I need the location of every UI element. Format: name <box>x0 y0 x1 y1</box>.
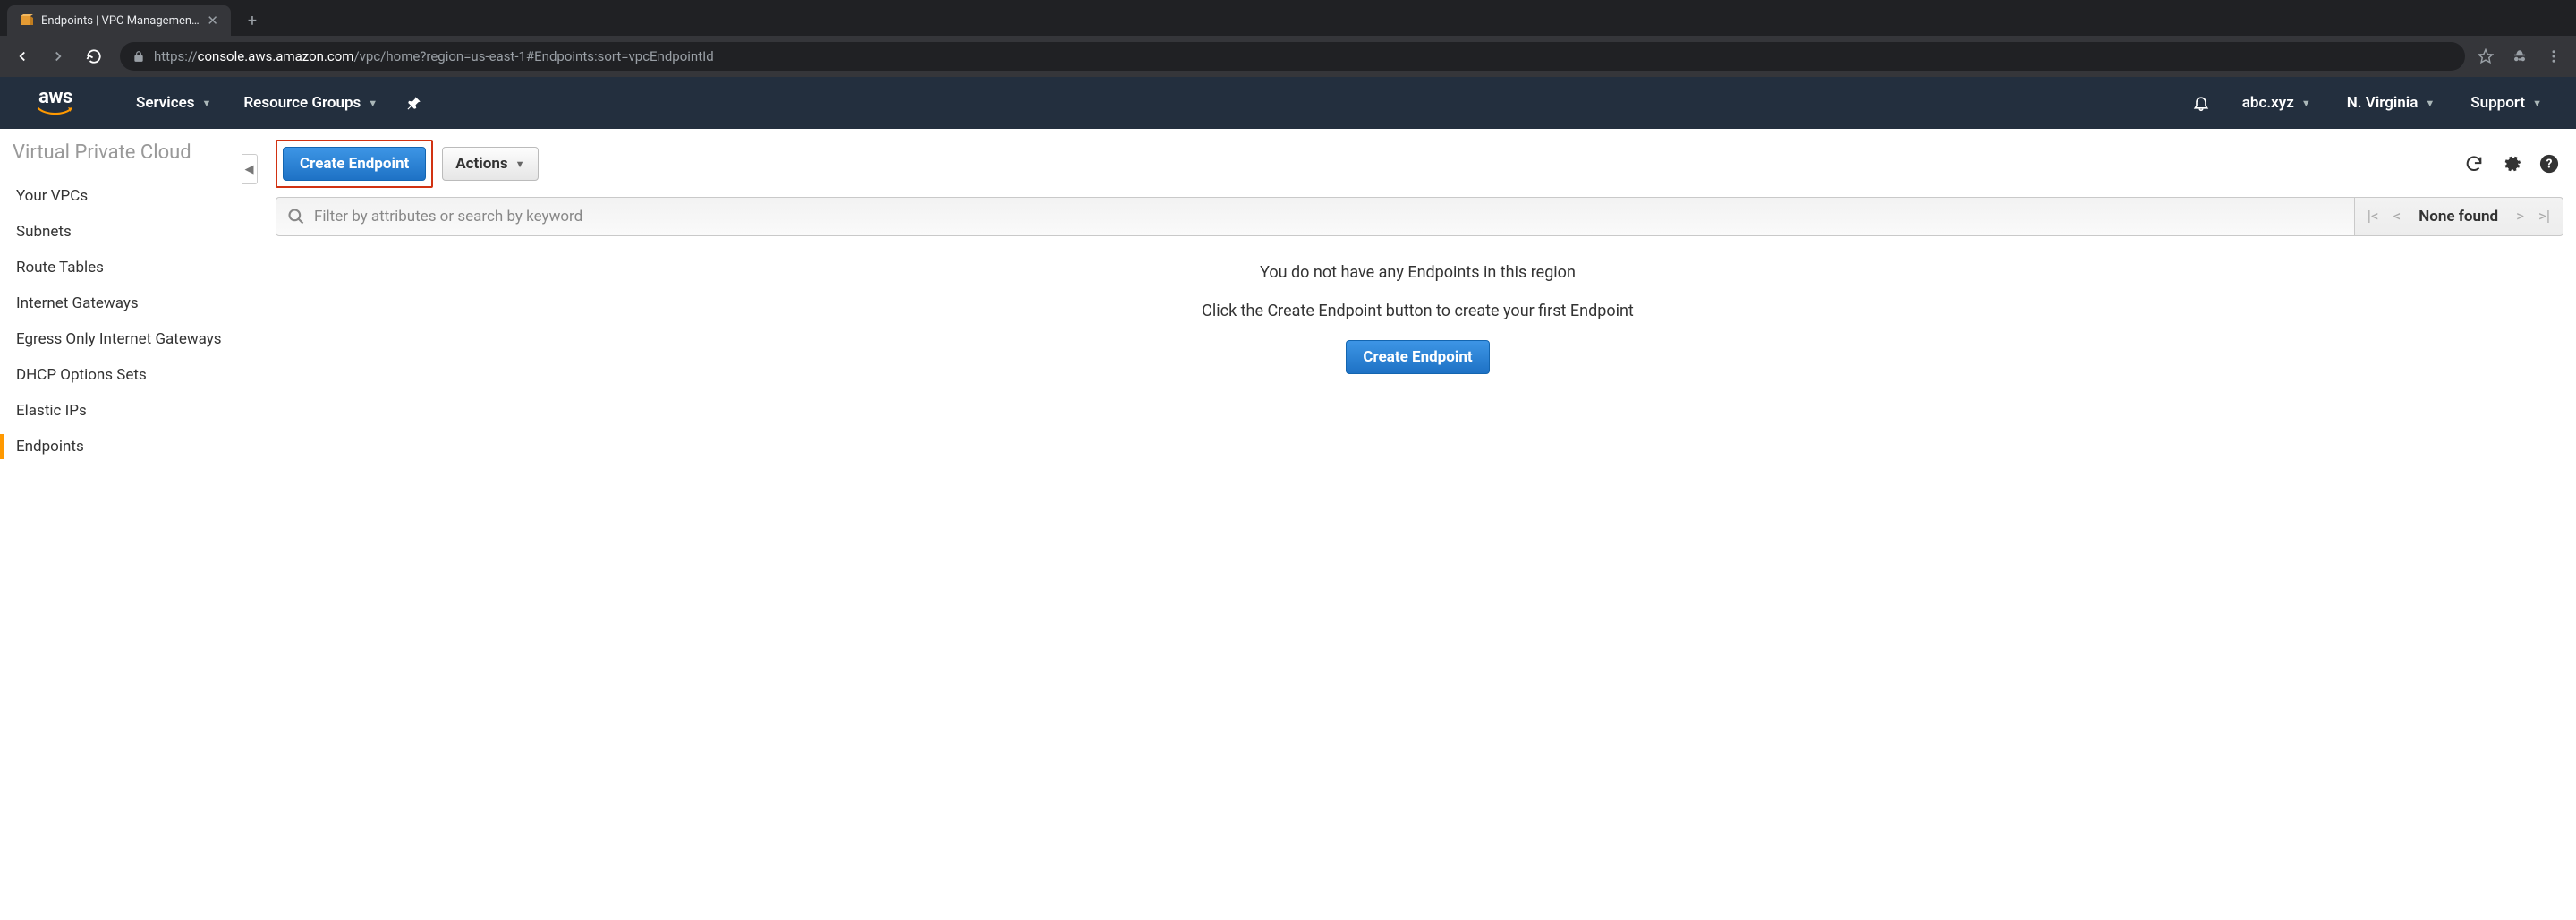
support-menu[interactable]: Support ▼ <box>2454 94 2558 112</box>
account-menu[interactable]: abc.xyz ▼ <box>2226 94 2327 112</box>
svg-text:?: ? <box>2546 158 2553 172</box>
filter-row: |< < None found > >| <box>259 197 2576 243</box>
create-endpoint-button[interactable]: Create Endpoint <box>283 147 426 181</box>
filter-input[interactable] <box>314 208 2343 226</box>
pager-status: None found <box>2411 208 2505 226</box>
sidebar-item-internet-gateways[interactable]: Internet Gateways <box>13 285 231 321</box>
lock-icon <box>132 50 145 63</box>
refresh-icon[interactable] <box>2460 149 2488 178</box>
aws-smile-icon <box>36 106 75 118</box>
create-endpoint-button-empty[interactable]: Create Endpoint <box>1346 340 1489 374</box>
chevron-down-icon: ▼ <box>2425 98 2435 109</box>
active-browser-tab[interactable]: Endpoints | VPC Management C ✕ <box>7 5 231 36</box>
pin-icon[interactable] <box>394 95 435 111</box>
main-panel: ◀ Create Endpoint Actions ▼ ? <box>242 129 2576 920</box>
browser-titlebar: Endpoints | VPC Management C ✕ + <box>0 0 2576 36</box>
notifications-icon[interactable] <box>2180 94 2223 112</box>
sidebar-item-route-tables[interactable]: Route Tables <box>13 250 231 285</box>
chevron-down-icon: ▼ <box>2532 98 2542 109</box>
aws-body: Virtual Private Cloud Your VPCs Subnets … <box>0 129 2576 920</box>
tab-title: Endpoints | VPC Management C <box>41 14 200 28</box>
empty-state: You do not have any Endpoints in this re… <box>259 243 2576 374</box>
search-icon <box>287 208 305 226</box>
sidebar: Virtual Private Cloud Your VPCs Subnets … <box>0 129 242 920</box>
settings-gear-icon[interactable] <box>2497 149 2526 178</box>
chevron-down-icon: ▼ <box>515 158 525 170</box>
page-first-icon[interactable]: |< <box>2364 208 2383 226</box>
aws-header: aws Services ▼ Resource Groups ▼ abc.xyz… <box>0 77 2576 129</box>
resource-groups-menu[interactable]: Resource Groups ▼ <box>227 77 394 129</box>
back-button[interactable] <box>7 41 38 72</box>
bookmark-star-icon[interactable] <box>2470 41 2501 72</box>
page-prev-icon[interactable]: < <box>2390 208 2405 226</box>
browser-menu-icon[interactable] <box>2538 41 2569 72</box>
sidebar-item-egress-only-internet-gateways[interactable]: Egress Only Internet Gateways <box>13 321 231 357</box>
new-tab-button[interactable]: + <box>240 8 265 33</box>
sidebar-item-subnets[interactable]: Subnets <box>13 214 231 250</box>
actions-dropdown[interactable]: Actions ▼ <box>442 147 538 181</box>
chevron-down-icon: ▼ <box>2301 98 2311 109</box>
main-toolbar: Create Endpoint Actions ▼ ? <box>259 129 2576 197</box>
sidebar-item-endpoints[interactable]: Endpoints <box>13 429 231 464</box>
sidebar-heading: Virtual Private Cloud <box>13 141 231 164</box>
chevron-down-icon: ▼ <box>368 98 378 109</box>
region-menu[interactable]: N. Virginia ▼ <box>2331 94 2452 112</box>
sidebar-item-dhcp-options-sets[interactable]: DHCP Options Sets <box>13 357 231 393</box>
reload-button[interactable] <box>79 41 109 72</box>
chevron-down-icon: ▼ <box>201 98 211 109</box>
address-bar[interactable]: https://console.aws.amazon.com/vpc/home?… <box>120 42 2465 71</box>
page-next-icon[interactable]: > <box>2512 208 2528 226</box>
incognito-icon[interactable] <box>2504 41 2535 72</box>
filter-input-wrap[interactable] <box>276 197 2355 236</box>
url-text: https://console.aws.amazon.com/vpc/home?… <box>154 48 714 64</box>
services-menu[interactable]: Services ▼ <box>120 77 227 129</box>
sidebar-item-elastic-ips[interactable]: Elastic IPs <box>13 393 231 429</box>
aws-favicon <box>20 13 34 28</box>
sidebar-item-your-vpcs[interactable]: Your VPCs <box>13 178 231 214</box>
page-last-icon[interactable]: >| <box>2535 208 2554 226</box>
aws-logo[interactable]: aws <box>36 88 75 118</box>
close-tab-icon[interactable]: ✕ <box>207 14 218 28</box>
pager: |< < None found > >| <box>2355 197 2563 236</box>
empty-message-1: You do not have any Endpoints in this re… <box>259 263 2576 282</box>
tutorial-highlight: Create Endpoint <box>276 140 433 188</box>
help-icon[interactable]: ? <box>2535 149 2563 178</box>
collapse-sidebar-button[interactable]: ◀ <box>242 154 258 184</box>
browser-toolbar: https://console.aws.amazon.com/vpc/home?… <box>0 36 2576 77</box>
forward-button[interactable] <box>43 41 73 72</box>
empty-message-2: Click the Create Endpoint button to crea… <box>259 302 2576 320</box>
